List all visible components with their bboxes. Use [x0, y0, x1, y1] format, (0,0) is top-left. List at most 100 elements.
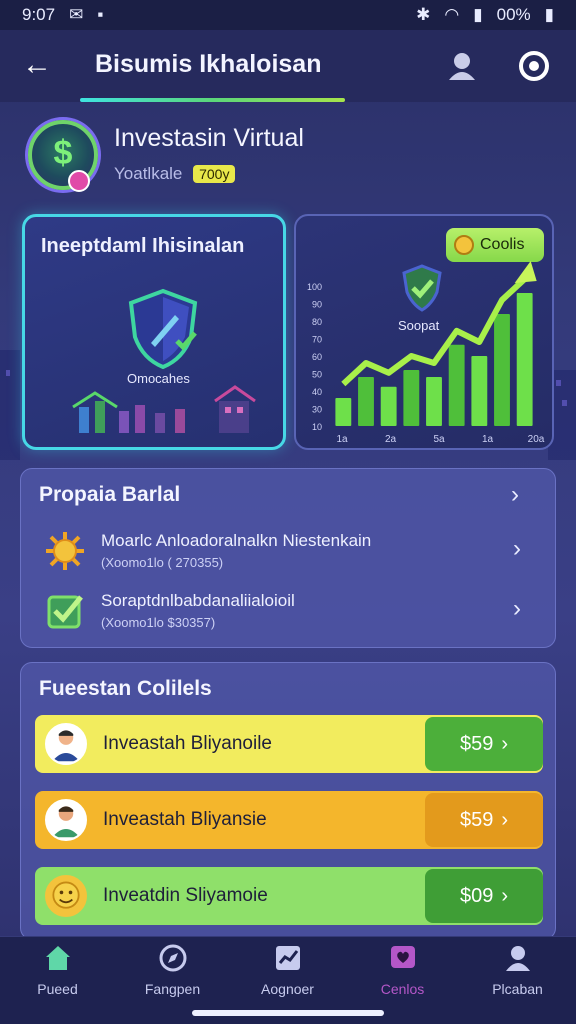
profile-subtitle-text: Yoatlkale: [114, 164, 183, 183]
investment-row[interactable]: Inveastah Bliyanoile $59 ›: [35, 715, 543, 773]
chevron-right-icon: ›: [501, 732, 509, 755]
nav-item-explore[interactable]: Fangpen: [115, 943, 230, 1003]
y-tick-label: 90: [312, 300, 322, 310]
check-square-icon: [47, 595, 83, 629]
notification-icon: ▪: [97, 5, 104, 24]
investment-label: Inveastah Bliyansie: [103, 809, 267, 830]
nav-item-social[interactable]: Cenlos: [345, 943, 460, 1003]
growth-arrow-head: [514, 261, 537, 283]
smiley-avatar-icon: [52, 881, 80, 909]
y-tick-label: 50: [312, 370, 322, 380]
chevron-right-icon: ›: [501, 884, 509, 907]
chart-bar: [471, 356, 488, 426]
signal-icon: ▮: [473, 5, 483, 24]
chevron-right-icon: ›: [501, 808, 509, 831]
battery-icon: ▮: [544, 5, 554, 24]
y-tick-label: 60: [312, 352, 322, 362]
investment-row[interactable]: Inveatdin Sliyamoie $09 ›: [35, 867, 543, 925]
nav-item-home[interactable]: Pueed: [0, 943, 115, 1003]
status-bar: 9:07 ✉ ▪ ✱ ◠ ▮ 00% ▮: [0, 0, 576, 30]
growth-chart: 10 30 40 50 60 70 80 90 100 1a 2a 5a 1a 20a: [307, 261, 545, 445]
properties-panel: Propaia Barlal › Moarlc Anloadoralnalkn …: [20, 468, 556, 648]
property-detail: (Xoomo1lo ( 270355): [101, 555, 224, 570]
avatar: [45, 723, 87, 765]
home-icon: [45, 946, 70, 970]
y-tick-label: 80: [312, 317, 322, 327]
chevron-right-icon[interactable]: ›: [511, 483, 531, 507]
heart-chat-icon: [390, 946, 415, 968]
mini-house-chart-icon: [72, 385, 256, 433]
investment-price: $59: [459, 732, 494, 755]
y-tick-label: 10: [312, 422, 322, 432]
property-item[interactable]: Soraptdnlbabdanaliialoioil (Xoomo1lo $30…: [21, 585, 557, 643]
chart-bar: [335, 398, 352, 426]
nav-label: Cenlos: [380, 981, 425, 997]
security-card-title: Ineeptdaml Ihisinalan: [41, 235, 245, 257]
x-tick-label: 1a: [482, 434, 494, 445]
page-title: Bisumis Ikhaloisan: [95, 50, 322, 78]
shield-check-icon: [402, 264, 442, 312]
chart-bar: [494, 314, 510, 426]
status-time: 9:07: [22, 5, 56, 24]
security-card[interactable]: Ineeptdaml Ihisinalan Omocahes: [22, 214, 286, 450]
nav-label: Aognoer: [261, 981, 314, 997]
person-avatar-icon: [52, 806, 80, 838]
investments-panel: Fueestan Colilels Inveastah Bliyanoile $…: [20, 662, 556, 940]
home-indicator: [192, 1010, 384, 1016]
y-tick-label: 100: [307, 282, 322, 292]
nav-item-profile[interactable]: Plcaban: [460, 943, 575, 1003]
investment-price-button[interactable]: $09 ›: [425, 869, 543, 923]
chart-bar: [358, 377, 374, 426]
app-bar-progress-line: [80, 98, 345, 102]
investment-price-button[interactable]: $59 ›: [425, 793, 543, 847]
shield-pen-icon: [128, 288, 198, 370]
back-arrow-icon[interactable]: ←: [22, 48, 58, 84]
investment-label: Inveatdin Sliyamoie: [103, 885, 268, 906]
properties-title: Propaia Barlal: [39, 483, 181, 506]
investments-title: Fueestan Colilels: [39, 677, 212, 700]
profile-header: $ Investasin Virtual Yoatlkale 700y: [28, 120, 548, 200]
chart-bar: [403, 370, 420, 426]
chart-bar: [516, 293, 533, 426]
dollar-icon: $: [53, 134, 73, 172]
investment-label: Inveastah Bliyanoile: [103, 733, 272, 754]
x-tick-label: 1a: [336, 434, 348, 445]
chevron-right-icon[interactable]: ›: [513, 537, 533, 561]
investment-price: $59: [459, 808, 494, 831]
investment-price-button[interactable]: $59 ›: [425, 717, 543, 771]
person-avatar-icon: [52, 730, 80, 762]
investment-price: $09: [459, 884, 494, 907]
wifi-icon: ◠: [444, 5, 460, 24]
growth-chart-card[interactable]: Coolis 10 30 40 50 60 70 80 90 100 1a 2a 5a 1a 20a So…: [294, 214, 554, 450]
nav-label: Pueed: [37, 981, 78, 997]
property-detail: (Xoomo1lo $30357): [101, 615, 216, 630]
y-tick-label: 40: [312, 387, 322, 397]
property-title: Soraptdnlbabdanaliialoioil: [101, 591, 295, 610]
property-item[interactable]: Moarlc Anloadoralnalkn Niestenkain (Xoom…: [21, 525, 557, 583]
nav-item-analytics[interactable]: Aognoer: [230, 943, 345, 1003]
shield-caption: Soopat: [398, 318, 440, 333]
property-title: Moarlc Anloadoralnalkn Niestenkain: [101, 531, 372, 550]
settings-icon[interactable]: [516, 48, 552, 84]
avatar: [45, 799, 87, 841]
chevron-right-icon[interactable]: ›: [513, 597, 533, 621]
y-tick-label: 70: [312, 335, 322, 345]
message-icon: ✉: [69, 5, 84, 24]
y-tick-label: 30: [312, 405, 322, 415]
x-tick-label: 20a: [528, 434, 545, 445]
profile-name: Investasin Virtual: [114, 124, 304, 152]
heart-badge-icon: [68, 170, 90, 192]
profile-badge: 700y: [193, 165, 236, 183]
compass-icon: [159, 944, 186, 972]
investment-row[interactable]: Inveastah Bliyansie $59 ›: [35, 791, 543, 849]
dollar-logo-icon: $: [28, 120, 98, 192]
chart-bar: [380, 386, 397, 426]
profile-subtitle: Yoatlkale 700y: [114, 164, 236, 184]
profile-icon[interactable]: [444, 48, 480, 84]
battery-level: 00%: [496, 5, 531, 24]
x-tick-label: 5a: [433, 434, 445, 445]
sun-coin-icon: [46, 532, 84, 570]
chart-bar: [426, 377, 442, 426]
nav-label: Fangpen: [144, 981, 201, 997]
nav-label: Plcaban: [492, 981, 543, 997]
